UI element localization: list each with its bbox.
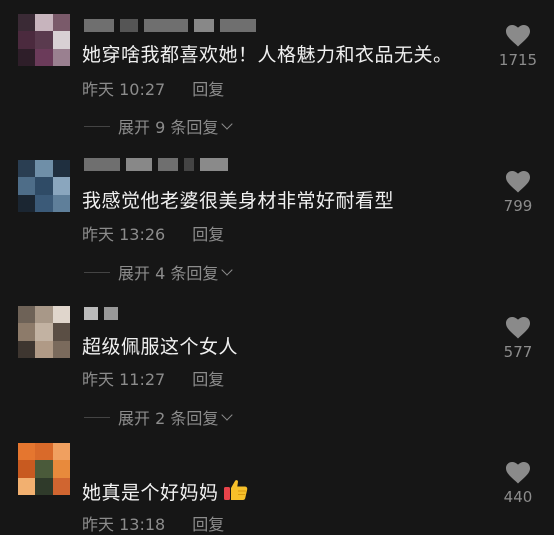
avatar-pixel [35,48,53,66]
avatar-pixel [52,177,70,195]
expand-replies-button[interactable]: 展开 2 条回复 [84,405,234,429]
avatar[interactable] [18,14,70,66]
avatar-pixel [18,477,36,495]
avatar-pixel [52,14,70,32]
chevron-down-icon [221,263,234,276]
heart-icon [505,25,531,47]
avatar-pixel [35,340,53,358]
avatar-pixel [35,194,53,212]
avatar-pixel [52,48,70,66]
avatar-pixel [18,340,36,358]
avatar-pixel [18,160,36,178]
chevron-down-icon [221,117,234,130]
like-button[interactable]: 577 [496,316,540,361]
avatar-pixel [18,443,36,461]
comment-time: 昨天 13:26 [82,225,166,244]
comment-text: 她穿啥我都喜欢她！人格魅力和衣品无关。 [82,44,453,66]
avatar-pixel [18,14,36,32]
avatar-pixel [52,340,70,358]
expand-replies-label: 展开 4 条回复 [118,264,219,283]
comment-text: 超级佩服这个女人 [82,336,239,358]
avatar-pixel [35,323,53,341]
heart-icon [505,171,531,193]
reply-button[interactable]: 回复 [192,225,224,244]
avatar-pixel [52,443,70,461]
avatar-pixel [35,443,53,461]
avatar-pixel [52,194,70,212]
avatar[interactable] [18,443,70,495]
comment-time: 昨天 13:18 [82,515,166,534]
like-count: 799 [503,197,533,215]
heart-icon [505,462,531,484]
chevron-down-icon [221,408,234,421]
avatar-pixel [18,194,36,212]
comment-meta: 昨天 11:27 回复 [82,366,224,390]
like-button[interactable]: 1715 [496,24,540,69]
avatar-pixel [35,460,53,478]
thumbs-up-emoji-icon [223,478,249,507]
like-count: 1715 [498,51,538,69]
comment-meta: 昨天 13:18 回复 [82,511,224,535]
avatar-pixel [35,31,53,49]
comment-text: 她真是个好妈妈 [82,478,249,507]
expand-replies-button[interactable]: 展开 4 条回复 [84,260,234,284]
avatar-pixel [18,177,36,195]
comment-text-body: 她真是个好妈妈 [82,482,219,504]
like-button[interactable]: 440 [496,461,540,506]
comment-text: 我感觉他老婆很美身材非常好耐看型 [82,190,395,212]
avatar-pixel [52,477,70,495]
comment-meta: 昨天 13:26 回复 [82,221,224,245]
avatar-pixel [35,177,53,195]
avatar-pixel [35,14,53,32]
username-blurred[interactable] [84,306,118,320]
avatar-pixel [18,460,36,478]
avatar-pixel [52,306,70,324]
divider-line [84,125,110,127]
avatar-pixel [35,160,53,178]
expand-replies-label: 展开 9 条回复 [118,118,219,137]
reply-button[interactable]: 回复 [192,515,224,534]
avatar[interactable] [18,306,70,358]
avatar-pixel [52,31,70,49]
username-blurred[interactable] [84,157,228,171]
avatar-pixel [52,323,70,341]
divider-line [84,416,110,418]
avatar-pixel [35,477,53,495]
like-count: 440 [503,488,533,506]
avatar-pixel [18,323,36,341]
avatar-pixel [52,160,70,178]
reply-button[interactable]: 回复 [192,80,224,99]
heart-icon [505,317,531,339]
divider-line [84,271,110,273]
comment-meta: 昨天 10:27 回复 [82,76,224,100]
avatar-pixel [52,460,70,478]
comment-time: 昨天 11:27 [82,370,166,389]
avatar-pixel [18,306,36,324]
expand-replies-button[interactable]: 展开 9 条回复 [84,114,234,138]
like-count: 577 [503,343,533,361]
avatar-pixel [18,31,36,49]
expand-replies-label: 展开 2 条回复 [118,409,219,428]
avatar[interactable] [18,160,70,212]
like-button[interactable]: 799 [496,170,540,215]
username-blurred[interactable] [84,18,256,32]
avatar-pixel [35,306,53,324]
avatar-pixel [18,48,36,66]
comment-time: 昨天 10:27 [82,80,166,99]
reply-button[interactable]: 回复 [192,370,224,389]
